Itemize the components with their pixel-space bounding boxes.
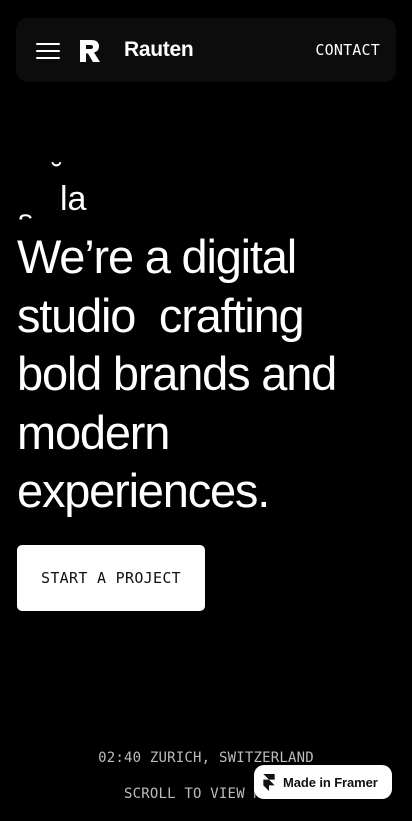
brand-name[interactable]: Rauten: [124, 38, 194, 62]
hamburger-menu-icon[interactable]: [36, 40, 62, 60]
contact-link[interactable]: CONTACT: [315, 41, 380, 59]
menu-bar-top: [36, 43, 60, 45]
framer-badge-label: Made in Framer: [283, 774, 378, 790]
headline-line-5: experiences.: [17, 464, 270, 517]
menu-bar-bottom: [36, 57, 60, 59]
headline-line-4: modern: [17, 405, 170, 459]
animated-text-fragment-la: la: [60, 180, 87, 218]
menu-bar-middle: [36, 50, 60, 52]
location-time-label: 02:40 ZURICH, SWITZERLAND: [98, 750, 314, 766]
made-in-framer-badge[interactable]: Made in Framer: [254, 765, 392, 799]
headline-line-2: studio crafting: [17, 288, 305, 342]
headline-line-1: We’re a digital: [17, 230, 297, 283]
hero-headline: We’re a digital studio crafting bold bra…: [17, 228, 397, 521]
headline-line-3: bold brands and: [17, 347, 337, 400]
top-navbar: Rauten CONTACT: [16, 18, 396, 82]
rauten-logo-icon[interactable]: [78, 38, 102, 64]
framer-logo-icon: [263, 773, 275, 791]
start-project-button[interactable]: START A PROJECT: [17, 545, 205, 611]
